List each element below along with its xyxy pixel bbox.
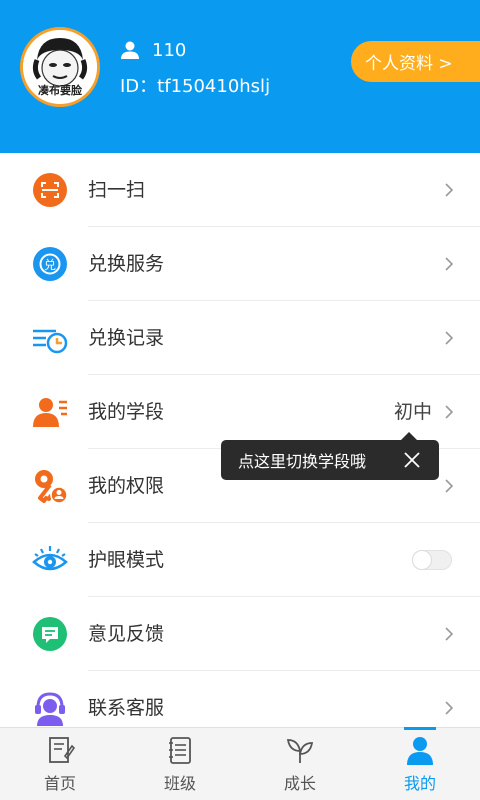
tooltip-arrow	[401, 432, 417, 440]
menu-item-label: 护眼模式	[88, 549, 165, 571]
sprout-icon	[286, 739, 314, 763]
chevron-right-icon	[445, 183, 454, 197]
user-count-line: 110	[120, 38, 186, 62]
tab-class[interactable]: 班级	[120, 728, 240, 800]
menu-item-eye-protection: 护眼模式	[0, 523, 480, 597]
eye-icon	[32, 542, 68, 578]
grade-level-icon	[32, 394, 68, 430]
chevron-right-icon	[445, 331, 454, 345]
tab-me[interactable]: 我的	[360, 727, 480, 800]
permission-key-icon	[32, 468, 68, 504]
menu-item-label: 兑换记录	[88, 327, 165, 349]
user-id: ID：tf150410hslj	[120, 76, 271, 97]
tab-growth[interactable]: 成长	[240, 728, 360, 800]
eye-mode-toggle[interactable]	[412, 550, 452, 570]
profile-header: 凑布要脸 110 ID：tf150410hslj 个人资料 >	[0, 0, 480, 153]
menu-item-label: 意见反馈	[88, 623, 165, 645]
tab-label: 成长	[283, 774, 316, 793]
customer-service-icon	[32, 690, 68, 726]
user-count: 110	[152, 39, 187, 61]
menu-item-label: 扫一扫	[88, 179, 146, 201]
menu-item-exchange-service[interactable]: 兑 兑换服务	[0, 227, 480, 301]
person-icon	[121, 41, 139, 59]
tab-label: 班级	[163, 774, 196, 793]
chevron-right-icon	[445, 479, 454, 493]
bottom-tab-bar: 首页 班级 成长 我的	[0, 727, 480, 800]
tab-label: 我的	[403, 774, 436, 793]
chevron-right-icon	[445, 627, 454, 641]
menu-item-label: 兑换服务	[88, 253, 165, 275]
me-person-icon	[407, 737, 433, 765]
menu-item-exchange-record[interactable]: 兑换记录	[0, 301, 480, 375]
chevron-right-icon	[445, 701, 454, 715]
chevron-right-icon	[445, 257, 454, 271]
menu-item-label: 我的权限	[88, 475, 165, 497]
scan-icon	[32, 172, 68, 208]
exchange-service-icon: 兑	[32, 246, 68, 282]
menu-item-feedback[interactable]: 意见反馈	[0, 597, 480, 671]
tab-label: 首页	[43, 774, 76, 793]
home-notebook-icon	[49, 737, 76, 763]
personal-profile-button[interactable]: 个人资料 >	[351, 41, 480, 82]
close-icon[interactable]	[403, 451, 421, 469]
svg-text:兑: 兑	[44, 258, 56, 272]
feedback-icon	[32, 616, 68, 652]
avatar[interactable]: 凑布要脸	[20, 27, 100, 107]
tab-home[interactable]: 首页	[0, 728, 120, 800]
menu-item-scan[interactable]: 扫一扫	[0, 153, 480, 227]
chevron-right-icon	[445, 405, 454, 419]
avatar-caption: 凑布要脸	[38, 84, 82, 97]
menu-item-label: 我的学段	[88, 401, 165, 423]
exchange-record-icon	[32, 320, 68, 356]
grade-switch-tooltip: 点这里切换学段哦	[221, 432, 439, 480]
tooltip-text: 点这里切换学段哦	[238, 452, 367, 471]
toggle-knob	[412, 550, 432, 570]
active-tab-indicator	[404, 727, 436, 730]
class-book-icon	[169, 737, 191, 764]
